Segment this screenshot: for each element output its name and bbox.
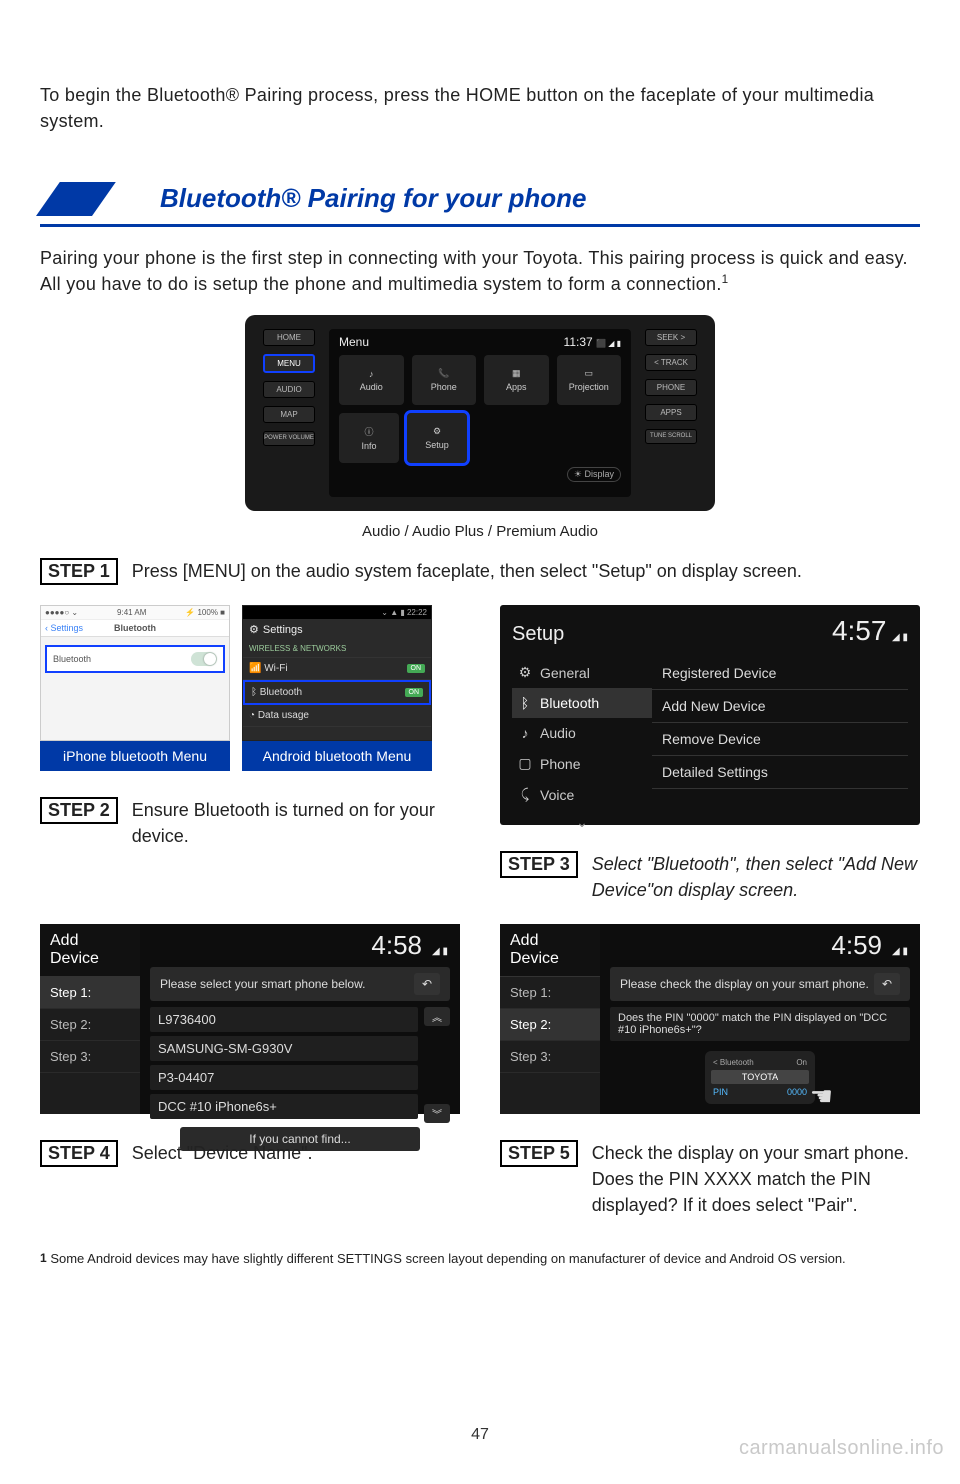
footnote-ref: 1 bbox=[722, 273, 729, 286]
display-button: ☀ Display bbox=[567, 467, 621, 482]
setup-voice-item: ⤹Voice bbox=[512, 779, 652, 810]
step-4-text: Select "Device Name". bbox=[132, 1140, 313, 1166]
pairing-paragraph: Pairing your phone is the first step in … bbox=[40, 245, 920, 297]
step-3-badge: STEP 3 bbox=[500, 851, 578, 878]
projection-tile: ▭Projection bbox=[557, 355, 622, 405]
add-new-device-item: Add New Device bbox=[652, 690, 908, 723]
add-device-clock-2: 4:59 bbox=[831, 930, 882, 961]
wizard-step-2b: Step 2: bbox=[500, 1009, 600, 1041]
add-device-clock: 4:58 bbox=[371, 930, 422, 961]
map-button: MAP bbox=[263, 406, 315, 423]
android-wifi-row: 📶 Wi-FiON bbox=[243, 658, 431, 680]
android-bluetooth-screenshot: ⌄ ▲ ▮ 22:22 ⚙Settings WIRELESS & NETWORK… bbox=[242, 605, 432, 771]
multimedia-faceplate-image: HOME MENU AUDIO MAP POWER VOLUME Menu 11… bbox=[245, 315, 715, 511]
wizard-step-1: Step 1: bbox=[40, 977, 140, 1009]
iphone-bluetooth-toggle-row: Bluetooth bbox=[45, 645, 225, 673]
wizard-step-1b: Step 1: bbox=[500, 977, 600, 1009]
wizard-step-3: Step 3: bbox=[40, 1041, 140, 1073]
add-device-title-2: Add Device bbox=[500, 924, 600, 977]
step-1-badge: STEP 1 bbox=[40, 558, 118, 585]
intro-text: To begin the Bluetooth® Pairing process,… bbox=[40, 82, 920, 134]
registered-device-item: Registered Device bbox=[652, 657, 908, 690]
remove-device-item: Remove Device bbox=[652, 723, 908, 756]
setup-clock: 4:57 bbox=[832, 615, 887, 646]
section-title: Bluetooth® Pairing for your phone bbox=[160, 183, 586, 214]
chevron-down-icon: ⌄ bbox=[512, 810, 652, 835]
back-icon: ↶ bbox=[414, 973, 440, 995]
add-device-title: Add Device bbox=[40, 924, 140, 977]
back-settings-link: ‹ Settings bbox=[45, 623, 83, 633]
phone-tile: 📞Phone bbox=[412, 355, 477, 405]
audio-tile: ♪Audio bbox=[339, 355, 404, 405]
detailed-settings-item: Detailed Settings bbox=[652, 756, 908, 789]
footnote: 1 Some Android devices may have slightly… bbox=[40, 1250, 920, 1268]
device-row: L9736400 bbox=[150, 1007, 418, 1032]
phone-hard-button: PHONE bbox=[645, 379, 697, 396]
power-volume-knob: POWER VOLUME bbox=[263, 431, 315, 446]
iphone-nav-title: Bluetooth bbox=[114, 623, 156, 633]
home-button: HOME bbox=[263, 329, 315, 346]
step-2-badge: STEP 2 bbox=[40, 797, 118, 824]
add-device-list-screenshot: Add Device Step 1: Step 2: Step 3: 4:58◢… bbox=[40, 924, 460, 1114]
apps-tile: ▦Apps bbox=[484, 355, 549, 405]
menu-button: MENU bbox=[263, 354, 315, 373]
setup-tile: ⚙Setup bbox=[407, 413, 467, 463]
step-1-text: Press [MENU] on the audio system facepla… bbox=[132, 558, 802, 584]
android-data-row: ◔ Data usage bbox=[243, 705, 431, 727]
android-bluetooth-row: ᛒ BluetoothON bbox=[243, 680, 431, 705]
pointer-hand-icon: ☚ bbox=[810, 1081, 833, 1112]
android-caption: Android bluetooth Menu bbox=[242, 741, 432, 771]
step-4-badge: STEP 4 bbox=[40, 1140, 118, 1167]
apps-hard-button: APPS bbox=[645, 404, 697, 421]
screen-title: Menu bbox=[339, 335, 369, 349]
iphone-caption: iPhone bluetooth Menu bbox=[40, 741, 230, 771]
back-icon: ↶ bbox=[874, 973, 900, 995]
info-tile: ⓘInfo bbox=[339, 413, 399, 463]
phone-pin-mockup: < BluetoothOn TOYOTA PIN0000 ☚ bbox=[705, 1051, 815, 1104]
step-5-text: Check the display on your smart phone. D… bbox=[592, 1140, 920, 1218]
seek-fwd-button: SEEK > bbox=[645, 329, 697, 346]
section-rule bbox=[40, 224, 920, 227]
setup-bluetooth-item: ᛒBluetooth bbox=[512, 688, 652, 718]
device-row: DCC #10 iPhone6s+ bbox=[150, 1094, 418, 1119]
tune-scroll-knob: TUNE SCROLL bbox=[645, 429, 697, 444]
setup-audio-item: ♪Audio bbox=[512, 718, 652, 748]
step-5-badge: STEP 5 bbox=[500, 1140, 578, 1167]
wizard-step-2: Step 2: bbox=[40, 1009, 140, 1041]
scroll-up-icon: ︽ bbox=[424, 1007, 450, 1026]
scroll-down-icon: ︾ bbox=[424, 1104, 450, 1123]
multimedia-screen: Menu 11:37 ⬛ ◢ ▮ ♪Audio 📞Phone ▦Apps ▭Pr… bbox=[329, 329, 631, 497]
audio-button: AUDIO bbox=[263, 381, 315, 398]
select-phone-hint: Please select your smart phone below. bbox=[160, 977, 365, 991]
step-3-text: Select "Bluetooth", then select "Add New… bbox=[592, 851, 920, 903]
setup-general-item: ⚙General bbox=[512, 657, 652, 688]
setup-bluetooth-screenshot: Setup 4:57 ◢ ▮ ⚙General ᛒBluetooth ♪Audi… bbox=[500, 605, 920, 825]
section-header: Bluetooth® Pairing for your phone bbox=[40, 182, 920, 216]
iphone-bluetooth-screenshot: ●●●●○ ⌄ 9:41 AM ⚡ 100% ■ ‹ Settings Blue… bbox=[40, 605, 230, 771]
device-row: SAMSUNG-SM-G930V bbox=[150, 1036, 418, 1061]
pin-confirm-message: Does the PIN "0000" match the PIN displa… bbox=[610, 1007, 910, 1041]
settings-slider-icon: ⚙ bbox=[249, 623, 259, 636]
dash-caption: Audio / Audio Plus / Premium Audio bbox=[362, 523, 598, 540]
check-display-hint: Please check the display on your smart p… bbox=[620, 977, 869, 991]
device-row: P3-04407 bbox=[150, 1065, 418, 1090]
setup-title: Setup bbox=[512, 623, 564, 646]
screen-clock: 11:37 ⬛ ◢ ▮ bbox=[564, 335, 621, 349]
wizard-step-3b: Step 3: bbox=[500, 1041, 600, 1073]
add-device-pin-screenshot: Add Device Step 1: Step 2: Step 3: 4:59◢… bbox=[500, 924, 920, 1114]
toggle-on-icon bbox=[191, 652, 217, 666]
setup-phone-item: ▢Phone bbox=[512, 748, 652, 779]
track-back-button: < TRACK bbox=[645, 354, 697, 371]
watermark: carmanualsonline.info bbox=[739, 1437, 944, 1460]
step-2-text: Ensure Bluetooth is turned on for your d… bbox=[132, 797, 460, 849]
